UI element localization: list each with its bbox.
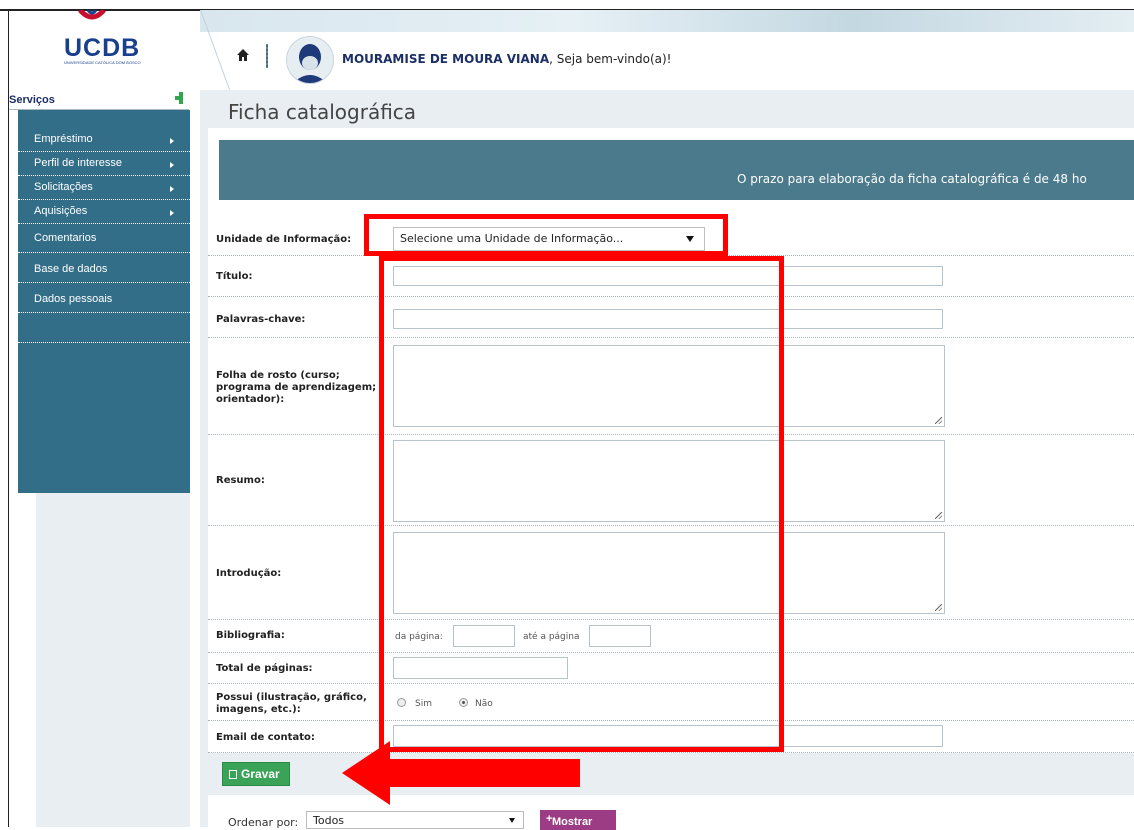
folha-de-rosto-label: Folha de rosto (curso; programa de apren… xyxy=(216,370,376,406)
mostrar-label-text: Mostrar xyxy=(552,816,593,828)
sidebar-pin-icon-arrow xyxy=(175,96,179,100)
header-banner xyxy=(200,10,1134,32)
sidebar-item-perfil-de-interesse[interactable]: Perfil de interesse xyxy=(18,152,190,176)
sidebar-title: Serviços xyxy=(9,93,189,110)
annotation-box-form-fields xyxy=(379,256,784,752)
folha-label-line-2: programa de aprendizagem; xyxy=(216,382,377,393)
resumo-label: Resumo: xyxy=(216,475,265,486)
unidade-label: Unidade de Informação: xyxy=(216,234,352,245)
folha-label-line-1: Folha de rosto (curso; xyxy=(216,370,340,381)
gravar-button-label: Gravar xyxy=(241,767,280,781)
introducao-label: Introdução: xyxy=(216,568,282,579)
sidebar-separator xyxy=(18,318,190,343)
sidebar-background xyxy=(36,493,190,827)
annotation-arrow-icon xyxy=(342,741,580,805)
total-paginas-label: Total de páginas: xyxy=(216,663,313,674)
sidebar-item-dados-pessoais[interactable]: Dados pessoais xyxy=(18,288,190,313)
bibliografia-label: Bibliografia: xyxy=(216,630,285,641)
ordenar-label: Ordenar por: xyxy=(228,816,299,829)
sidebar-item-comentarios[interactable]: Comentarios xyxy=(18,230,190,253)
resize-handle-icon[interactable] xyxy=(935,604,942,611)
sidebar-item-label: Comentarios xyxy=(34,232,97,244)
caret-down-icon xyxy=(509,818,515,823)
sidebar-item-solicitacoes[interactable]: Solicitações xyxy=(18,176,190,200)
logo-subtitle: UNIVERSIDADE CATÓLICA DOM BOSCO xyxy=(64,60,141,65)
ordenar-select[interactable]: Todos xyxy=(306,811,524,829)
possui-label: Possui (ilustração, gráfico, imagens, et… xyxy=(216,692,367,716)
header-separator xyxy=(266,44,268,68)
chevron-right-icon xyxy=(170,210,174,216)
home-icon[interactable] xyxy=(236,48,250,62)
save-icon xyxy=(229,770,237,779)
resize-handle-icon[interactable] xyxy=(935,417,942,424)
frame-left-border xyxy=(8,9,9,827)
user-avatar-icon xyxy=(293,44,327,83)
sidebar-item-label: Base de dados xyxy=(34,263,108,275)
mostrar-button-label: + Mostrar xyxy=(546,813,593,828)
ordenar-select-value: Todos xyxy=(313,814,345,827)
possui-label-line-2: imagens, etc.): xyxy=(216,704,301,715)
chevron-right-icon xyxy=(170,138,174,144)
sidebar-item-label: Solicitações xyxy=(34,181,93,193)
sidebar-item-label: Dados pessoais xyxy=(34,293,113,305)
gravar-button[interactable]: Gravar xyxy=(222,762,290,786)
sidebar-item-label: Empréstimo xyxy=(34,133,93,145)
sidebar-pin-icon[interactable] xyxy=(179,92,183,104)
user-name: MOURAMISE DE MOURA VIANA xyxy=(342,52,550,66)
resize-handle-icon[interactable] xyxy=(935,512,942,519)
sidebar-item-base-de-dados[interactable]: Base de dados xyxy=(18,258,190,283)
sidebar-item-label: Aquisições xyxy=(34,205,88,217)
greeting-text: , Seja bem-vindo(a)! xyxy=(549,52,672,66)
mostrar-button[interactable]: + Mostrar xyxy=(540,810,616,830)
palavras-chave-label: Palavras-chave: xyxy=(216,314,306,325)
possui-label-line-1: Possui (ilustração, gráfico, xyxy=(216,692,367,703)
avatar xyxy=(286,36,334,84)
sidebar-item-label: Perfil de interesse xyxy=(34,157,123,169)
notice-text: O prazo para elaboração da ficha catalog… xyxy=(737,172,1087,186)
welcome-message: MOURAMISE DE MOURA VIANA, Seja bem-vindo… xyxy=(342,52,672,66)
folha-label-line-3: orientador): xyxy=(216,394,285,405)
logo-text: UCDB xyxy=(64,34,141,62)
sidebar-item-emprestimo[interactable]: Empréstimo xyxy=(18,128,190,152)
annotation-box-unidade xyxy=(364,214,728,256)
chevron-right-icon xyxy=(170,162,174,168)
notice-banner xyxy=(219,140,1134,200)
sidebar-title-text: Serviços xyxy=(9,94,55,106)
chevron-right-icon xyxy=(170,186,174,192)
sidebar-item-aquisicoes[interactable]: Aquisições xyxy=(18,200,190,224)
email-label: Email de contato: xyxy=(216,732,315,743)
page-title: Ficha catalográfica xyxy=(228,100,417,124)
titulo-label: Título: xyxy=(216,271,253,282)
